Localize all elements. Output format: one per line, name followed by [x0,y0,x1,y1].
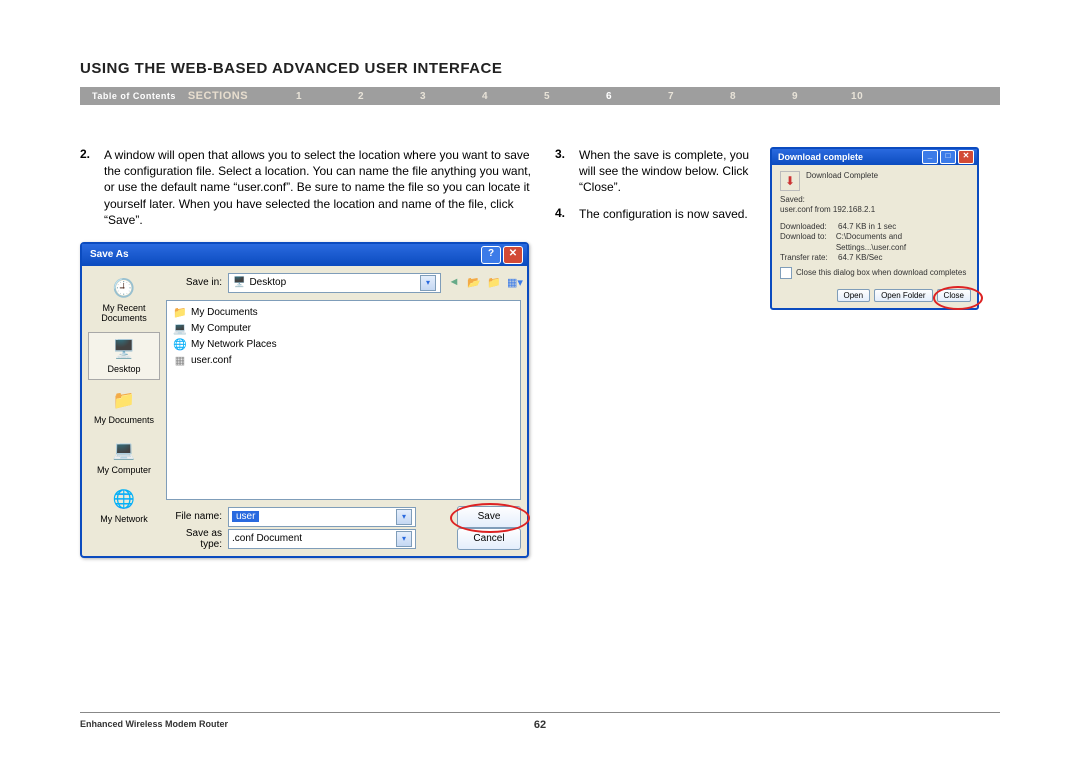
close-checkbox[interactable] [780,267,792,279]
file-label: My Network Places [191,339,277,350]
downloaded-value: 64.7 KB in 1 sec [838,222,896,232]
mydocs-icon: 📁 [110,388,138,414]
nav-section-5[interactable]: 5 [516,91,578,102]
step-4-text: The configuration is now saved. [579,206,748,222]
dl-titlebar: Download complete _ □ ✕ [772,149,977,165]
close-window-button[interactable]: ✕ [958,150,974,164]
mycomputer-icon: 💻 [110,438,138,464]
saved-value: user.conf from 192.168.2.1 [780,205,875,215]
save-button-label: Save [478,511,501,522]
place-desktop-label: Desktop [107,365,140,375]
save-in-value: Desktop [249,277,286,288]
save-in-label: Save in: [166,277,222,288]
folder-icon: 📁 [173,306,187,319]
list-item[interactable]: 🌐 My Network Places [173,337,514,353]
rate-value: 64.7 KB/Sec [838,253,882,263]
help-button[interactable]: ? [481,246,501,264]
nav-section-7[interactable]: 7 [640,91,702,102]
minimize-button[interactable]: _ [922,150,938,164]
dialog-titlebar: Save As ? ✕ [82,244,527,266]
nav-section-4[interactable]: 4 [454,91,516,102]
rate-label: Transfer rate: [780,253,834,263]
list-item[interactable]: 💻 My Computer [173,321,514,337]
place-recent[interactable]: 🕘 My Recent Documents [88,272,160,328]
dl-header: Download Complete [806,171,878,181]
open-folder-button[interactable]: Open Folder [874,289,932,302]
step-3-text: When the save is complete, you will see … [579,147,750,196]
recent-icon: 🕘 [110,276,138,302]
step-4-number: 4. [555,206,579,222]
chevron-down-icon: ▾ [420,275,436,291]
nav-toc[interactable]: Table of Contents [80,91,188,101]
place-network-label: My Network [100,515,148,525]
list-item[interactable]: ▦ user.conf [173,353,514,369]
place-mycomputer[interactable]: 💻 My Computer [88,434,160,480]
step-3-number: 3. [555,147,579,196]
file-name-input[interactable]: user ▾ [228,507,416,527]
maximize-button[interactable]: □ [940,150,956,164]
download-complete-dialog: Download complete _ □ ✕ ⬇ Download Compl… [770,147,979,310]
place-desktop[interactable]: 🖥️ Desktop [88,332,160,380]
nav-sections-label: SECTIONS [188,90,268,102]
page-footer: Enhanced Wireless Modem Router 62 [80,712,1000,729]
desktop-icon: 🖥️ [110,337,138,363]
network-icon: 🌐 [110,487,138,513]
nav-section-6[interactable]: 6 [578,91,640,102]
dl-title: Download complete [778,152,863,162]
nav-section-1[interactable]: 1 [268,91,330,102]
nav-section-3[interactable]: 3 [392,91,454,102]
saved-label: Saved: [780,195,805,205]
page-heading: USING THE WEB-BASED ADVANCED USER INTERF… [80,60,1000,83]
close-button-label: Close [944,291,964,300]
download-to-label: Download to: [780,232,832,253]
place-mydocs-label: My Documents [94,416,154,426]
nav-bar: Table of Contents SECTIONS 1 2 3 4 5 6 7… [80,87,1000,105]
nav-section-8[interactable]: 8 [702,91,764,102]
file-name-label: File name: [166,511,222,522]
save-type-value: .conf Document [232,533,302,544]
open-button[interactable]: Open [837,289,871,302]
back-icon[interactable]: ◄ [447,276,461,289]
view-menu-icon[interactable]: ▦▾ [507,276,521,289]
save-type-label: Save as type: [166,528,222,550]
close-checkbox-label: Close this dialog box when download comp… [796,268,966,278]
up-icon[interactable]: 📂 [467,276,481,289]
save-in-dropdown[interactable]: 🖥️ Desktop ▾ [228,273,441,293]
new-folder-icon[interactable]: 📁 [487,276,501,289]
nav-section-2[interactable]: 2 [330,91,392,102]
chevron-down-icon: ▾ [396,531,412,547]
dialog-title: Save As [90,249,129,260]
download-icon: ⬇ [780,171,800,191]
file-list[interactable]: 📁 My Documents 💻 My Computer 🌐 My Network P… [166,300,521,500]
nav-section-9[interactable]: 9 [764,91,826,102]
list-item[interactable]: 📁 My Documents [173,305,514,321]
file-label: user.conf [191,355,232,366]
save-as-dialog: Save As ? ✕ 🕘 My Recent Documents 🖥️ [80,242,529,558]
place-recent-label: My Recent Documents [88,304,160,324]
place-network[interactable]: 🌐 My Network [88,483,160,529]
chevron-down-icon: ▾ [396,509,412,525]
close-button[interactable]: Close [937,289,971,302]
nav-section-10[interactable]: 10 [826,91,888,102]
desktop-small-icon: 🖥️ [233,277,245,288]
places-bar: 🕘 My Recent Documents 🖥️ Desktop 📁 My Do… [88,272,160,550]
close-window-button[interactable]: ✕ [503,246,523,264]
file-label: My Documents [191,307,258,318]
file-name-value: user [232,511,259,522]
page-number: 62 [80,719,1000,731]
cancel-button[interactable]: Cancel [457,528,521,550]
file-label: My Computer [191,323,251,334]
computer-icon: 💻 [173,322,187,335]
step-2-text: A window will open that allows you to se… [104,147,535,228]
save-type-dropdown[interactable]: .conf Document ▾ [228,529,416,549]
place-mycomputer-label: My Computer [97,466,151,476]
step-2-number: 2. [80,147,104,228]
save-button[interactable]: Save [457,506,521,528]
network-places-icon: 🌐 [173,338,187,351]
conf-file-icon: ▦ [173,354,187,367]
downloaded-label: Downloaded: [780,222,834,232]
download-to-value: C:\Documents and Settings...\user.conf [836,232,969,253]
toolbar-icons: ◄ 📂 📁 ▦▾ [447,276,521,289]
place-mydocs[interactable]: 📁 My Documents [88,384,160,430]
